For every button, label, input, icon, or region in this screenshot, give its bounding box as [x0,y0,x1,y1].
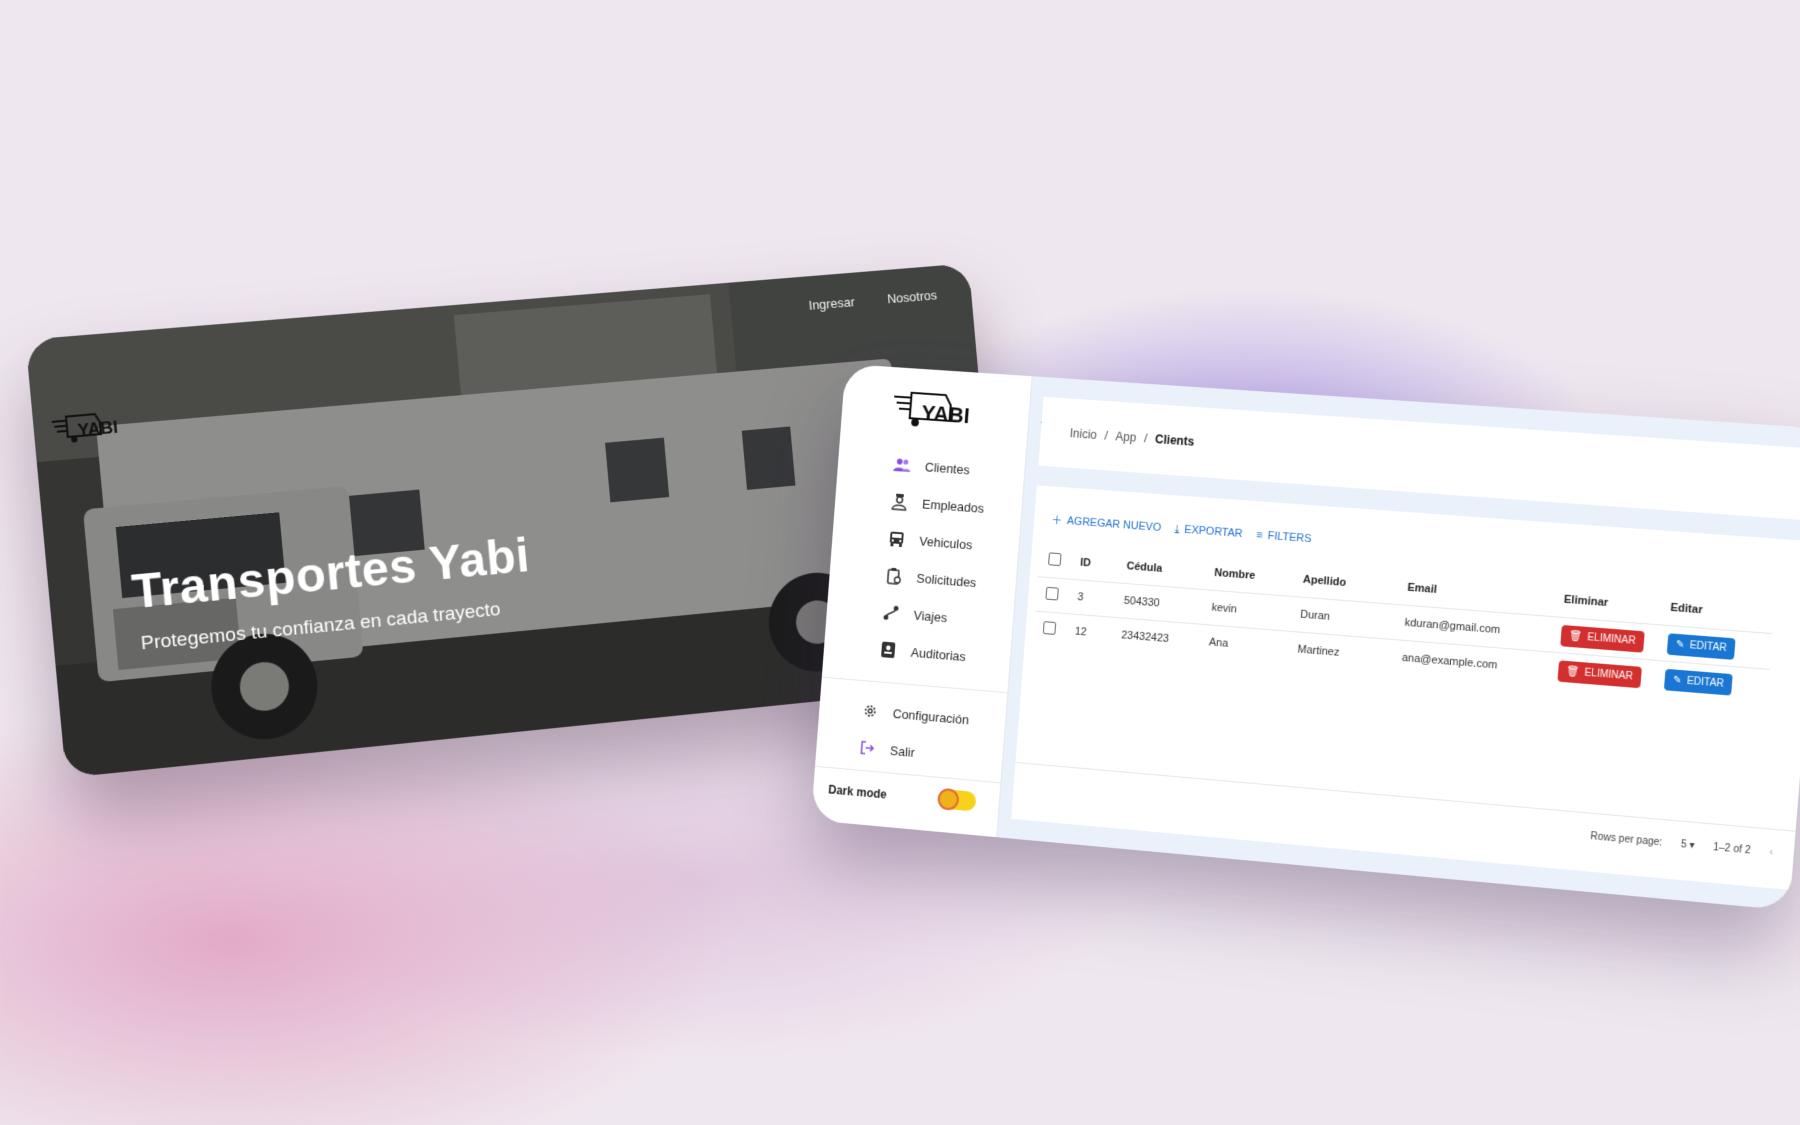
sidebar-bottom-nav: Configuración Salir [857,692,971,775]
sidebar-item-label: Auditorias [910,644,967,664]
clients-table: ID Cédula Nombre Apellido Email Eliminar… [1032,543,1775,705]
caret-down-icon: ▾ [1688,839,1695,852]
edit-icon: ✎ [1672,674,1683,686]
svg-text:YABI: YABI [77,416,119,440]
dark-mode-toggle[interactable] [937,787,977,812]
breadcrumb: Inicio / App / Clients [1069,426,1194,448]
add-new-button[interactable]: ＋ AGREGAR NUEVO [1051,512,1162,536]
dark-mode-label: Dark mode [827,782,888,802]
rows-per-page-select[interactable]: 5 ▾ [1680,839,1695,851]
employee-icon [889,491,909,512]
cell-delete: 🗑 ELIMINAR [1546,651,1656,696]
row-select-cell [1032,611,1067,648]
route-icon [881,602,901,623]
select-all-checkbox[interactable] [1048,552,1062,567]
delete-button[interactable]: 🗑 ELIMINAR [1557,659,1642,688]
previous-page-icon[interactable]: ‹ [1769,847,1773,859]
sidebar-nav: Clientes Empleados Vehiculos Solicitudes [877,446,988,676]
delete-label: ELIMINAR [1586,631,1637,647]
sidebar-divider [821,676,1008,694]
filter-icon: ≡ [1255,529,1264,542]
badge-icon [878,639,898,660]
pagination: Rows per page: 5 ▾ 1–2 of 2 ‹ [1590,831,1773,859]
trash-icon: 🗑 [1566,665,1580,678]
row-checkbox[interactable] [1042,621,1057,635]
sidebar-item-auditorias[interactable]: Auditorias [877,631,974,676]
bus-icon [886,528,906,549]
sidebar-item-label: Configuración [892,705,970,727]
pagination-range: 1–2 of 2 [1712,841,1752,857]
trash-icon: 🗑 [1568,630,1583,643]
yabi-logo[interactable]: YABI [49,408,124,449]
sidebar-item-label: Vehiculos [918,533,973,552]
breadcrumb-current: Clients [1154,432,1195,449]
breadcrumb-separator: / [1104,428,1109,443]
filters-button[interactable]: ≡ FILTERS [1256,527,1312,547]
table-toolbar: ＋ AGREGAR NUEVO ⤓ EXPORTAR ≡ FILTERS [1051,512,1312,547]
sidebar-item-label: Salir [889,742,916,760]
logout-icon [857,737,877,758]
row-select-cell [1034,576,1070,614]
filters-label: FILTERS [1267,529,1312,546]
rows-per-page-value: 5 [1680,839,1687,851]
cell-apellido: Martinez [1286,631,1394,675]
delete-label: ELIMINAR [1584,666,1634,683]
dashboard-window: YABI ‹ Clientes Empleados V [810,363,1800,911]
sidebar-item-label: Solicitudes [915,570,977,590]
edit-button[interactable]: ✎ EDITAR [1666,632,1736,660]
plus-icon: ＋ [1051,514,1063,528]
sidebar: YABI ‹ Clientes Empleados V [810,363,1046,838]
sidebar-item-label: Clientes [924,459,971,477]
row-checkbox[interactable] [1045,586,1059,601]
sidebar-item-salir[interactable]: Salir [857,729,968,776]
rows-per-page-label: Rows per page: [1589,831,1663,849]
breadcrumb-separator: / [1143,431,1148,446]
export-label: EXPORTAR [1183,523,1244,541]
cell-id: 3 [1066,579,1116,618]
edit-label: EDITAR [1686,675,1725,690]
gear-icon [860,700,880,721]
export-button[interactable]: ⤓ EXPORTAR [1174,521,1243,542]
select-all-cell [1037,543,1071,579]
clients-table-card: ＋ AGREGAR NUEVO ⤓ EXPORTAR ≡ FILTERS ID … [1011,485,1800,891]
add-new-label: AGREGAR NUEVO [1066,515,1162,534]
column-header-id[interactable]: ID [1069,545,1118,583]
edit-icon: ✎ [1675,638,1685,651]
delete-button[interactable]: 🗑 ELIMINAR [1560,624,1645,653]
edit-button[interactable]: ✎ EDITAR [1663,668,1734,696]
yabi-logo[interactable]: YABI [890,387,975,436]
svg-text:YABI: YABI [921,400,971,428]
sidebar-item-label: Empleados [921,496,985,516]
download-icon: ⤓ [1174,522,1180,535]
cell-id: 12 [1063,613,1113,652]
breadcrumb-inicio[interactable]: Inicio [1069,426,1097,442]
edit-label: EDITAR [1689,639,1728,654]
breadcrumb-app[interactable]: App [1115,429,1137,444]
sidebar-item-label: Viajes [913,607,948,625]
cell-cedula: 23432423 [1110,617,1201,659]
users-icon [892,454,912,475]
clipboard-icon [884,565,904,586]
table-footer-divider [1015,761,1796,832]
toggle-knob [937,787,960,812]
cell-nombre: Ana [1197,624,1289,666]
